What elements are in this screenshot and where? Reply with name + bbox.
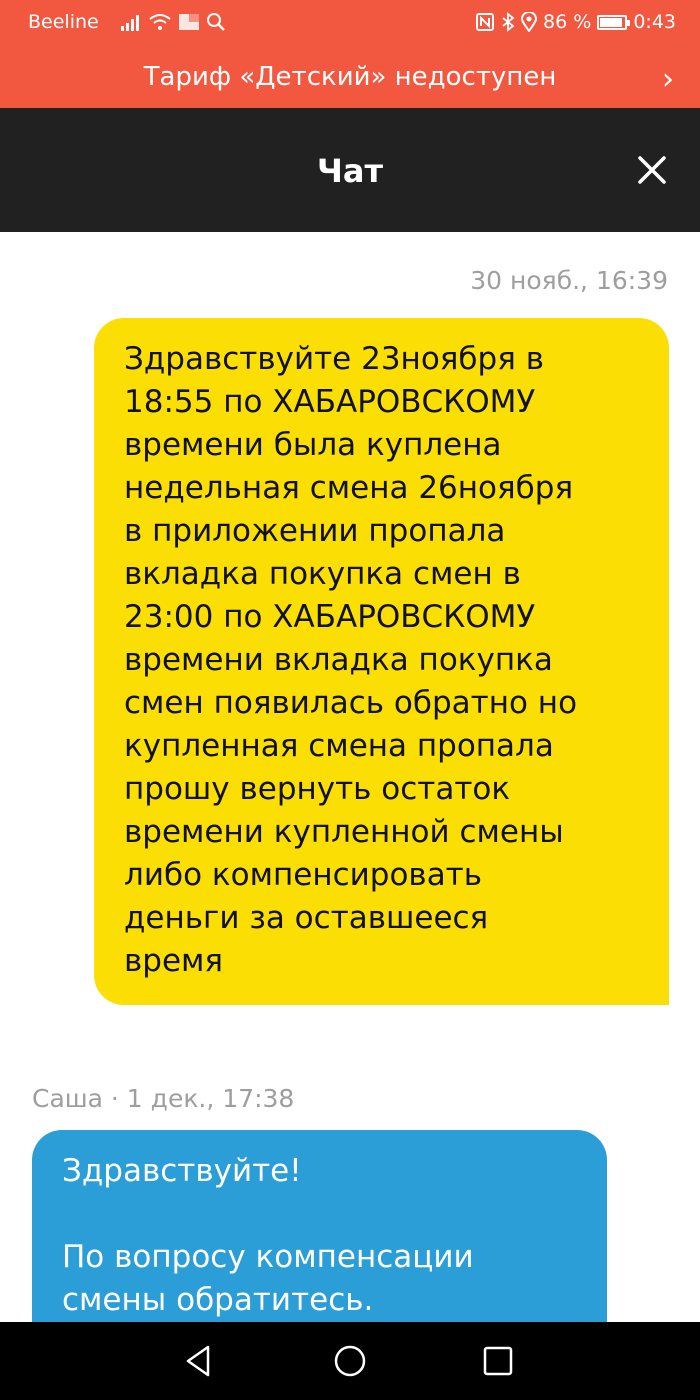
search-icon [207, 13, 225, 31]
outgoing-message[interactable]: Здравствуйте 23ноября в 18:55 по ХАБАРОВ… [94, 318, 669, 1005]
battery-icon [597, 14, 631, 30]
location-icon [521, 12, 538, 32]
recents-icon[interactable] [478, 1341, 518, 1381]
chat-header: Чат [0, 108, 700, 232]
status-bar: Beeline 86 % 0:43 [0, 0, 700, 46]
page-title: Чат [317, 152, 383, 190]
tariff-banner[interactable]: Тариф «Детский» недоступен › [0, 46, 700, 108]
signal-icon [121, 15, 139, 31]
clock: 0:43 [633, 11, 676, 33]
back-icon[interactable] [180, 1341, 220, 1381]
close-icon[interactable] [634, 152, 670, 188]
battery-percent: 86 % [543, 11, 592, 33]
carrier-name: Beeline [28, 11, 99, 33]
wifi-icon [149, 14, 171, 30]
top-bar: Beeline 86 % 0:43 Тариф «Детский» недост… [0, 0, 700, 108]
incoming-message[interactable]: Здравствуйте! По вопросу компенсации сме… [32, 1130, 607, 1322]
home-icon[interactable] [330, 1341, 370, 1381]
system-nav-bar [0, 1322, 700, 1400]
chevron-right-icon: › [662, 62, 674, 97]
notification-icon [179, 14, 199, 30]
message-timestamp: 30 нояб., 16:39 [470, 266, 668, 295]
sender-timestamp: Саша · 1 дек., 17:38 [32, 1084, 295, 1113]
bluetooth-icon [502, 12, 515, 32]
banner-text: Тариф «Детский» недоступен [143, 62, 557, 92]
chat-area[interactable]: 30 нояб., 16:39 Здравствуйте 23ноября в … [0, 232, 700, 1322]
nfc-icon [476, 13, 495, 31]
